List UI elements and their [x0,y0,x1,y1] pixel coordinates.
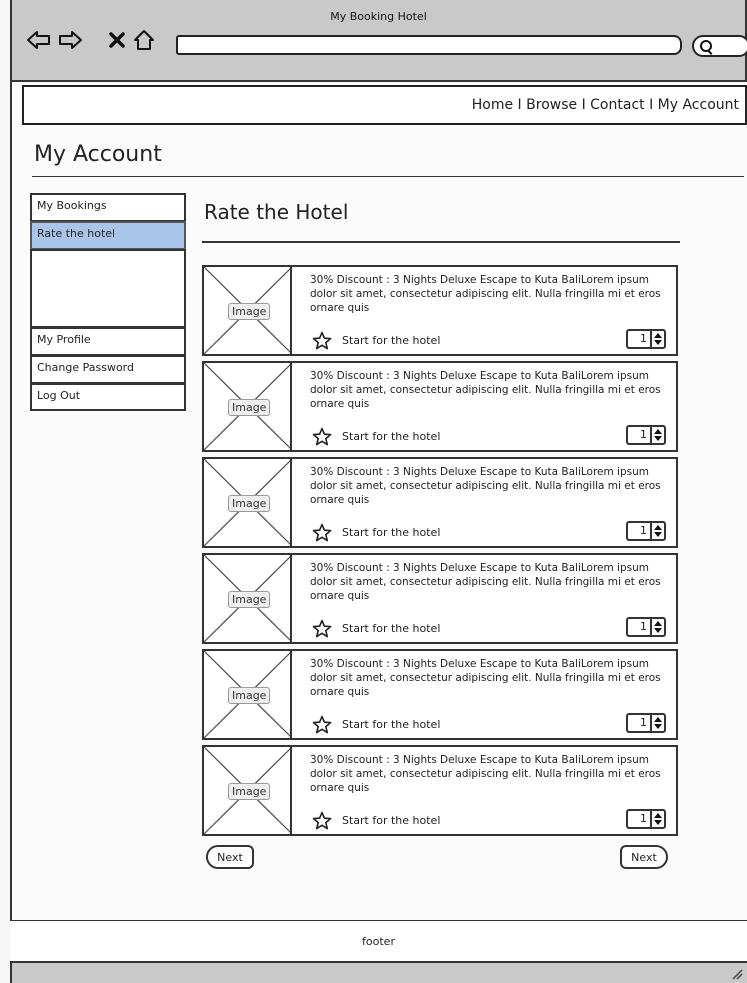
hotel-description: 30% Discount : 3 Nights Deluxe Escape to… [310,466,661,506]
stepper-arrows-icon[interactable] [650,811,664,827]
star-icon [312,811,332,830]
rating-label: Start for the hotel [342,430,441,443]
rating-value: 1 [640,332,647,345]
hotel-rating-card: Image 30% Discount : 3 Nights Deluxe Esca… [202,745,678,836]
star-icon [312,715,332,734]
rating-stepper[interactable]: 1 [626,425,666,445]
rating-value: 1 [640,428,647,441]
search-icon [700,40,712,52]
image-placeholder-label: Image [228,687,271,704]
stepper-arrows-icon[interactable] [650,715,664,731]
hotel-description: 30% Discount : 3 Nights Deluxe Escape to… [310,562,661,602]
section-divider [202,241,680,243]
sidebar-item-label: My Bookings [37,199,107,212]
url-input[interactable] [176,35,682,55]
sidebar-item-log-out[interactable]: Log Out [30,383,186,411]
hotel-rating-card: Image 30% Discount : 3 Nights Deluxe Esca… [202,457,678,548]
sidebar-item-label: My Profile [37,333,91,346]
image-placeholder-label: Image [228,591,271,608]
rating-label: Start for the hotel [342,334,441,347]
sidebar-item-change-password[interactable]: Change Password [30,355,186,383]
rating-value: 1 [640,716,647,729]
window-title: My Booking Hotel [330,10,427,23]
sidebar-item-label: Rate the hotel [37,227,116,240]
footer: footer [10,921,747,961]
hotel-image-placeholder: Image [204,747,292,834]
nav-contact-link[interactable]: Contact [590,97,644,113]
stepper-arrows-icon[interactable] [650,331,664,347]
top-navigation: Home I Browse I Contact I My Account [22,85,747,125]
pagination-prev-button[interactable]: Next [206,845,254,869]
rating-label: Start for the hotel [342,814,441,827]
rating-stepper[interactable]: 1 [626,329,666,349]
nav-separator: I [577,97,591,113]
rating-stepper[interactable]: 1 [626,521,666,541]
hotel-description: 30% Discount : 3 Nights Deluxe Escape to… [310,274,661,314]
stepper-arrows-icon[interactable] [650,427,664,443]
hotel-description: 30% Discount : 3 Nights Deluxe Escape to… [310,370,661,410]
rating-stepper[interactable]: 1 [626,809,666,829]
rating-value: 1 [640,524,647,537]
hotel-description: 30% Discount : 3 Nights Deluxe Escape to… [310,658,661,698]
hotel-image-placeholder: Image [204,267,292,354]
home-icon[interactable] [132,28,156,52]
hotel-image-placeholder: Image [204,363,292,450]
rating-value: 1 [640,620,647,633]
nav-home-link[interactable]: Home [472,97,513,113]
back-arrow-icon[interactable] [26,28,52,52]
rating-label: Start for the hotel [342,718,441,731]
hotel-rating-card: Image 30% Discount : 3 Nights Deluxe Esca… [202,553,678,644]
hotel-rating-card: Image 30% Discount : 3 Nights Deluxe Esca… [202,361,678,452]
rating-label: Start for the hotel [342,622,441,635]
hotel-image-placeholder: Image [204,555,292,642]
stepper-arrows-icon[interactable] [650,619,664,635]
sidebar-item-my-bookings[interactable]: My Bookings [30,193,186,221]
hotel-rating-card: Image 30% Discount : 3 Nights Deluxe Esca… [202,649,678,740]
browser-status-bar [10,961,747,983]
image-placeholder-label: Image [228,399,271,416]
browser-chrome: My Booking Hotel [10,0,747,82]
forward-arrow-icon[interactable] [57,28,83,52]
page-title: My Account [34,142,162,167]
close-icon[interactable] [108,28,126,52]
nav-separator: I [644,97,658,113]
star-icon [312,619,332,638]
star-icon [312,427,332,446]
nav-separator: I [513,97,527,113]
pagination-next-button[interactable]: Next [620,845,668,869]
sidebar-item-my-profile[interactable]: My Profile [30,327,186,355]
hotel-image-placeholder: Image [204,459,292,546]
rating-stepper[interactable]: 1 [626,713,666,733]
title-divider [32,176,744,177]
nav-my-account-link[interactable]: My Account [658,97,739,113]
image-placeholder-label: Image [228,495,271,512]
stepper-arrows-icon[interactable] [650,523,664,539]
image-placeholder-label: Image [228,783,271,800]
nav-browse-link[interactable]: Browse [526,97,577,113]
account-sidebar: My Bookings Rate the hotel My Profile Ch… [30,193,186,411]
star-icon [312,331,332,350]
sidebar-spacer [30,249,186,327]
hotel-rating-card: Image 30% Discount : 3 Nights Deluxe Esca… [202,265,678,356]
rating-label: Start for the hotel [342,526,441,539]
sidebar-item-label: Log Out [37,389,81,402]
hotel-rating-list: Image 30% Discount : 3 Nights Deluxe Esca… [202,265,678,841]
image-placeholder-label: Image [228,303,271,320]
sidebar-item-rate-the-hotel[interactable]: Rate the hotel [30,221,186,249]
rating-value: 1 [640,812,647,825]
hotel-description: 30% Discount : 3 Nights Deluxe Escape to… [310,754,661,794]
rating-stepper[interactable]: 1 [626,617,666,637]
sidebar-item-label: Change Password [37,361,134,374]
resize-grip-icon[interactable] [731,968,743,980]
footer-text: footer [362,934,395,948]
hotel-image-placeholder: Image [204,651,292,738]
section-title: Rate the Hotel [204,200,349,224]
star-icon [312,523,332,542]
browser-search-field[interactable] [692,35,747,57]
